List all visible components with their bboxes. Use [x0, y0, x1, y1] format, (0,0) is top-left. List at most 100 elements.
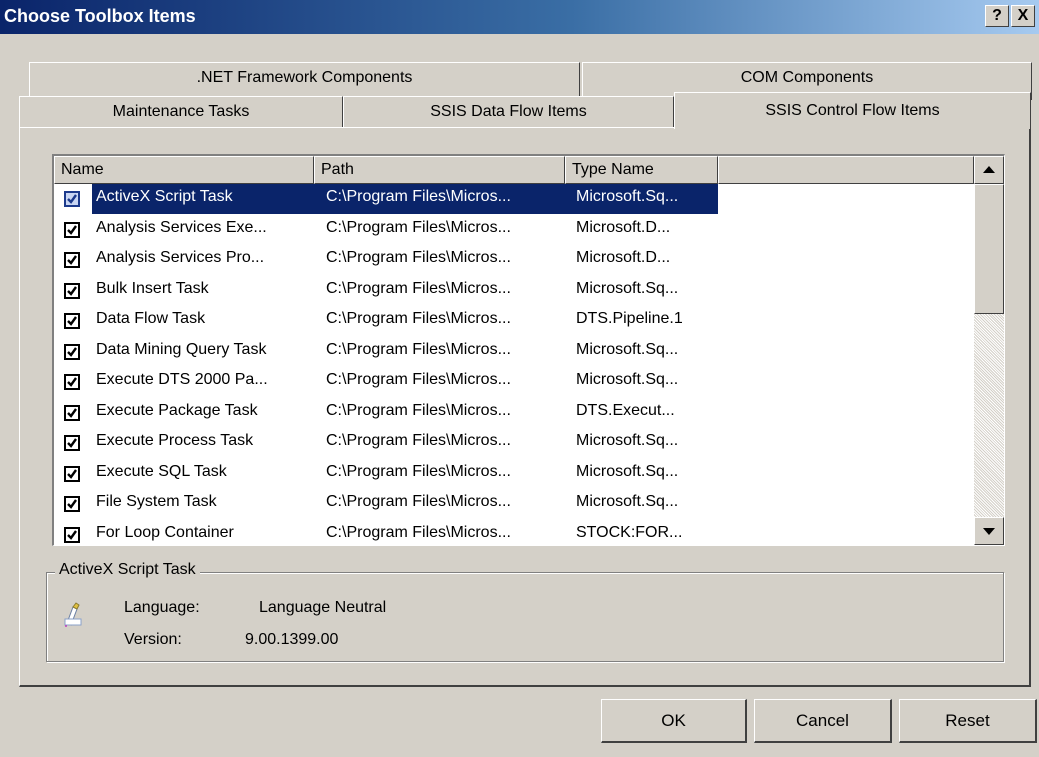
- list-item[interactable]: Data Flow Task C:\Program Files\Micros...…: [54, 306, 974, 337]
- item-name: Execute DTS 2000 Pa...: [96, 371, 268, 388]
- list-item[interactable]: Execute DTS 2000 Pa... C:\Program Files\M…: [54, 367, 974, 398]
- item-name: ActiveX Script Task: [96, 188, 233, 205]
- item-type-name: Microsoft.Sq...: [576, 493, 679, 510]
- item-name: Analysis Services Pro...: [96, 249, 265, 266]
- script-task-icon: [63, 601, 85, 627]
- item-type-name: Microsoft.Sq...: [576, 432, 679, 449]
- item-name: Analysis Services Exe...: [96, 218, 267, 236]
- language-value: Language Neutral: [259, 599, 387, 616]
- item-type-name: Microsoft.Sq...: [576, 462, 679, 480]
- item-path: C:\Program Files\Micros...: [326, 218, 511, 236]
- item-name: File System Task: [96, 493, 217, 510]
- item-checkbox[interactable]: [64, 526, 80, 543]
- item-type-name: DTS.Execut...: [576, 401, 675, 419]
- item-details-group: ActiveX Script Task Language: Language N…: [46, 561, 1004, 662]
- choose-toolbox-items-dialog: Choose Toolbox Items ? X .NET Framework …: [0, 0, 1039, 757]
- item-path: C:\Program Files\Micros...: [326, 432, 511, 449]
- column-header-type-name[interactable]: Type Name: [565, 156, 718, 184]
- list-item[interactable]: Execute SQL Task C:\Program Files\Micros.…: [54, 459, 974, 490]
- item-type-name: Microsoft.Sq...: [576, 340, 679, 358]
- list-item[interactable]: ActiveX Script Task C:\Program Files\Micr…: [54, 184, 974, 215]
- item-type-name: Microsoft.Sq...: [576, 188, 679, 205]
- item-name: For Loop Container: [96, 523, 234, 541]
- item-path: C:\Program Files\Micros...: [326, 279, 511, 297]
- scroll-thumb[interactable]: [974, 184, 1004, 314]
- checkmark-icon: [67, 438, 77, 448]
- version-value: 9.00.1399.00: [245, 631, 339, 648]
- list-item[interactable]: Execute Package Task C:\Program Files\Mic…: [54, 398, 974, 429]
- checkmark-icon: [67, 499, 77, 509]
- arrow-up-icon: [983, 166, 995, 173]
- item-type-name: Microsoft.Sq...: [576, 371, 679, 388]
- item-checkbox[interactable]: [64, 313, 80, 329]
- item-checkbox[interactable]: [64, 435, 80, 451]
- item-checkbox[interactable]: [64, 221, 80, 238]
- scroll-up-button[interactable]: [974, 156, 1004, 184]
- checkmark-icon: [67, 285, 77, 296]
- title-bar[interactable]: Choose Toolbox Items ? X: [0, 0, 1039, 34]
- item-path: C:\Program Files\Micros...: [326, 462, 511, 480]
- item-name: Bulk Insert Task: [96, 279, 209, 297]
- checkmark-icon: [67, 407, 77, 418]
- column-header-name[interactable]: Name: [54, 156, 314, 184]
- list-item[interactable]: For Loop Container C:\Program Files\Micro…: [54, 520, 974, 546]
- item-name: Execute Process Task: [96, 432, 254, 449]
- list-item[interactable]: Data Mining Query Task C:\Program Files\M…: [54, 337, 974, 368]
- help-button[interactable]: ?: [985, 5, 1009, 27]
- checkmark-icon: [67, 529, 77, 540]
- item-path: C:\Program Files\Micros...: [326, 401, 511, 419]
- scroll-down-button[interactable]: [974, 517, 1004, 545]
- checkmark-icon: [67, 194, 77, 204]
- item-path: C:\Program Files\Micros...: [326, 310, 511, 327]
- item-type-name: DTS.Pipeline.1: [576, 310, 683, 327]
- list-item[interactable]: File System Task C:\Program Files\Micros.…: [54, 489, 974, 520]
- item-path: C:\Program Files\Micros...: [326, 188, 511, 205]
- checkmark-icon: [67, 377, 77, 387]
- checkmark-icon: [67, 346, 77, 357]
- checkmark-icon: [67, 316, 77, 326]
- item-path: C:\Program Files\Micros...: [326, 249, 511, 266]
- item-checkbox[interactable]: [64, 496, 80, 512]
- checkmark-icon: [67, 224, 77, 235]
- checkmark-icon: [67, 468, 77, 479]
- cancel-button[interactable]: Cancel: [754, 699, 892, 743]
- item-name: Data Mining Query Task: [96, 340, 267, 358]
- version-label: Version:: [124, 631, 182, 648]
- item-type-name: Microsoft.D...: [576, 249, 671, 266]
- language-label: Language:: [124, 599, 200, 616]
- list-rows: ActiveX Script Task C:\Program Files\Micr…: [54, 184, 974, 546]
- item-name: Execute Package Task: [96, 401, 258, 419]
- list-item[interactable]: Execute Process Task C:\Program Files\Mic…: [54, 428, 974, 459]
- tab-ssis-data-flow-items[interactable]: SSIS Data Flow Items: [343, 96, 674, 128]
- item-type-name: Microsoft.D...: [576, 218, 671, 236]
- item-checkbox[interactable]: [64, 282, 80, 299]
- item-path: C:\Program Files\Micros...: [326, 523, 511, 541]
- item-checkbox[interactable]: [64, 404, 80, 421]
- item-checkbox[interactable]: [64, 343, 80, 360]
- list-item[interactable]: Analysis Services Exe... C:\Program Files…: [54, 215, 974, 246]
- list-item[interactable]: Bulk Insert Task C:\Program Files\Micros.…: [54, 276, 974, 307]
- toolbox-items-list[interactable]: Name Path Type Name ActiveX Script Task C…: [52, 154, 1005, 546]
- tab-ssis-control-flow-items[interactable]: SSIS Control Flow Items: [674, 92, 1031, 129]
- item-type-name: Microsoft.Sq...: [576, 279, 679, 297]
- item-name: Execute SQL Task: [96, 462, 227, 480]
- item-path: C:\Program Files\Micros...: [326, 493, 511, 510]
- tab-maintenance-tasks[interactable]: Maintenance Tasks: [19, 96, 343, 128]
- item-checkbox[interactable]: [64, 252, 80, 268]
- item-checkbox[interactable]: [64, 374, 80, 390]
- tab-net-framework-components[interactable]: .NET Framework Components: [29, 62, 580, 100]
- item-checkbox[interactable]: [64, 465, 80, 482]
- vertical-scrollbar[interactable]: [974, 156, 1004, 545]
- close-button[interactable]: X: [1011, 5, 1035, 27]
- item-checkbox[interactable]: [64, 191, 80, 207]
- arrow-down-icon: [983, 528, 995, 535]
- column-header-path[interactable]: Path: [314, 156, 565, 184]
- checkmark-icon: [67, 255, 77, 265]
- reset-button[interactable]: Reset: [899, 699, 1037, 743]
- list-item[interactable]: Analysis Services Pro... C:\Program Files…: [54, 245, 974, 276]
- ok-button[interactable]: OK: [601, 699, 747, 743]
- item-path: C:\Program Files\Micros...: [326, 340, 511, 358]
- window-title: Choose Toolbox Items: [4, 6, 196, 26]
- item-name: Data Flow Task: [96, 310, 206, 327]
- column-header-empty[interactable]: [718, 156, 974, 184]
